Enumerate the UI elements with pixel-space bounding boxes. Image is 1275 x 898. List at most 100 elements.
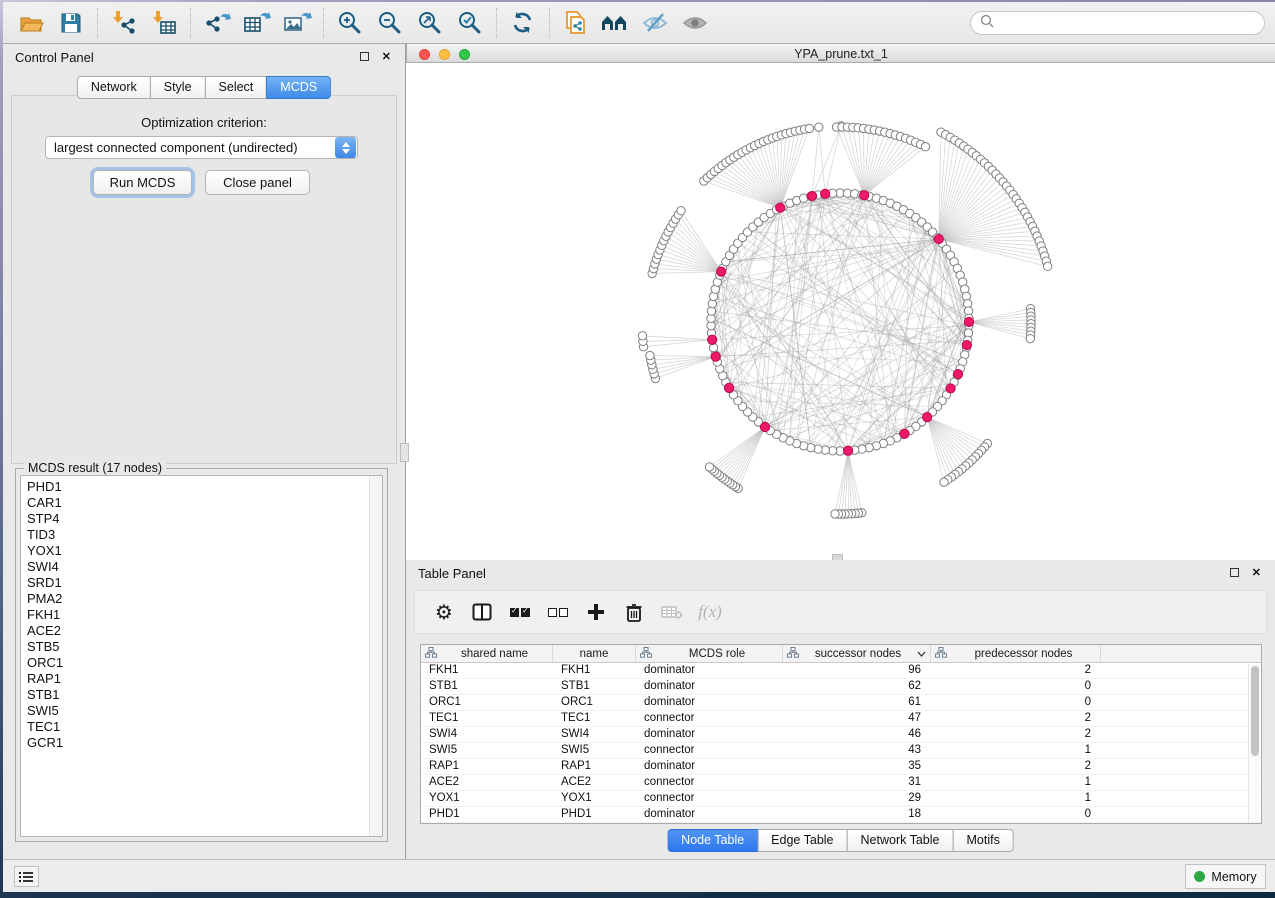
tab-network-table[interactable]: Network Table bbox=[847, 829, 954, 852]
mcds-result-item[interactable]: STB5 bbox=[21, 639, 382, 655]
add-row-icon[interactable] bbox=[579, 595, 613, 629]
network-node[interactable] bbox=[921, 143, 929, 151]
tab-mcds[interactable]: MCDS bbox=[266, 76, 331, 99]
table-cell[interactable]: ACE2 bbox=[421, 775, 553, 790]
mcds-dominator-node[interactable] bbox=[923, 413, 932, 422]
table-row[interactable]: SWI4SWI4dominator462 bbox=[421, 727, 1261, 743]
mcds-result-item[interactable]: CAR1 bbox=[21, 495, 382, 511]
network-window-titlebar[interactable]: YPA_prune.txt_1 bbox=[406, 44, 1275, 63]
table-cell[interactable]: ORC1 bbox=[553, 695, 636, 710]
table-cell[interactable]: STB1 bbox=[421, 679, 553, 694]
table-row[interactable]: RAP1RAP1dominator352 bbox=[421, 759, 1261, 775]
mcds-dominator-node[interactable] bbox=[776, 203, 785, 212]
export-network-icon[interactable] bbox=[197, 6, 237, 40]
tab-node-table[interactable]: Node Table bbox=[667, 829, 758, 852]
select-all-icon[interactable] bbox=[503, 595, 537, 629]
zoom-out-icon[interactable] bbox=[370, 6, 410, 40]
table-cell[interactable]: TEC1 bbox=[553, 711, 636, 726]
table-cell[interactable]: 0 bbox=[931, 695, 1101, 710]
mcds-dominator-node[interactable] bbox=[934, 234, 943, 243]
table-cell[interactable]: dominator bbox=[636, 663, 783, 678]
table-cell[interactable]: 62 bbox=[783, 679, 931, 694]
tab-motifs[interactable]: Motifs bbox=[952, 829, 1013, 852]
mcds-dominator-node[interactable] bbox=[844, 446, 853, 455]
table-cell[interactable]: connector bbox=[636, 775, 783, 790]
tab-select[interactable]: Select bbox=[205, 76, 268, 99]
table-cell[interactable]: RAP1 bbox=[421, 759, 553, 774]
mcds-result-item[interactable]: STB1 bbox=[21, 687, 382, 703]
mcds-result-item[interactable]: RAP1 bbox=[21, 671, 382, 687]
mcds-dominator-node[interactable] bbox=[760, 422, 769, 431]
mcds-dominator-node[interactable] bbox=[946, 384, 955, 393]
open-folder-icon[interactable] bbox=[11, 6, 51, 40]
zoom-in-icon[interactable] bbox=[330, 6, 370, 40]
table-cell[interactable]: 0 bbox=[931, 679, 1101, 694]
search-input[interactable] bbox=[994, 16, 1264, 30]
save-icon[interactable] bbox=[51, 6, 91, 40]
table-cell[interactable]: PHD1 bbox=[553, 807, 636, 822]
close-icon[interactable]: ✕ bbox=[382, 50, 391, 63]
mcds-result-item[interactable]: GCR1 bbox=[21, 735, 382, 751]
mcds-result-item[interactable]: STP4 bbox=[21, 511, 382, 527]
mcds-result-item[interactable]: FKH1 bbox=[21, 607, 382, 623]
mcds-dominator-node[interactable] bbox=[962, 340, 971, 349]
table-cell[interactable]: 47 bbox=[783, 711, 931, 726]
table-cell[interactable]: connector bbox=[636, 791, 783, 806]
table-row[interactable]: SWI5SWI5connector431 bbox=[421, 743, 1261, 759]
table-cell[interactable]: 1 bbox=[931, 775, 1101, 790]
mcds-result-item[interactable]: SWI5 bbox=[21, 703, 382, 719]
table-row[interactable]: TEC1TEC1connector472 bbox=[421, 711, 1261, 727]
memory-button[interactable]: Memory bbox=[1185, 864, 1266, 889]
table-cell[interactable]: PHD1 bbox=[421, 807, 553, 822]
mcds-result-item[interactable]: PHD1 bbox=[21, 479, 382, 495]
mcds-dominator-node[interactable] bbox=[860, 191, 869, 200]
close-icon[interactable]: ✕ bbox=[1252, 566, 1261, 579]
table-cell[interactable]: FKH1 bbox=[421, 663, 553, 678]
settings-gear-icon[interactable]: ⚙ bbox=[427, 595, 461, 629]
float-window-icon[interactable] bbox=[1230, 568, 1239, 577]
show-all-icon[interactable] bbox=[676, 6, 716, 40]
import-table-icon[interactable] bbox=[144, 6, 184, 40]
delete-row-icon[interactable] bbox=[617, 595, 651, 629]
network-node[interactable] bbox=[940, 478, 948, 486]
table-cell[interactable]: 61 bbox=[783, 695, 931, 710]
hide-selected-icon[interactable] bbox=[636, 6, 676, 40]
table-cell[interactable]: 96 bbox=[783, 663, 931, 678]
table-cell[interactable]: 43 bbox=[783, 743, 931, 758]
mcds-dominator-node[interactable] bbox=[717, 267, 726, 276]
mcds-result-item[interactable]: PMA2 bbox=[21, 591, 382, 607]
task-history-button[interactable] bbox=[14, 866, 39, 887]
table-cell[interactable]: 2 bbox=[931, 663, 1101, 678]
table-cell[interactable]: FKH1 bbox=[553, 663, 636, 678]
table-cell[interactable]: dominator bbox=[636, 727, 783, 742]
mcds-result-item[interactable]: ORC1 bbox=[21, 655, 382, 671]
mcds-result-item[interactable]: YOX1 bbox=[21, 543, 382, 559]
import-network-icon[interactable] bbox=[104, 6, 144, 40]
columns-icon[interactable] bbox=[465, 595, 499, 629]
table-cell[interactable]: 2 bbox=[931, 727, 1101, 742]
table-cell[interactable]: 2 bbox=[931, 711, 1101, 726]
network-node[interactable] bbox=[805, 124, 813, 132]
export-table-icon[interactable] bbox=[237, 6, 277, 40]
table-row[interactable]: ORC1ORC1dominator610 bbox=[421, 695, 1261, 711]
column-header-shared-name[interactable]: shared name bbox=[421, 645, 553, 662]
network-node[interactable] bbox=[815, 123, 823, 131]
mcds-dominator-node[interactable] bbox=[807, 191, 816, 200]
export-image-icon[interactable] bbox=[277, 6, 317, 40]
clone-network-icon[interactable] bbox=[556, 6, 596, 40]
table-cell[interactable]: 0 bbox=[931, 807, 1101, 822]
network-node[interactable] bbox=[677, 207, 685, 215]
table-cell[interactable]: RAP1 bbox=[553, 759, 636, 774]
clear-selection-icon[interactable] bbox=[541, 595, 575, 629]
table-cell[interactable]: SWI4 bbox=[553, 727, 636, 742]
table-cell[interactable]: 18 bbox=[783, 807, 931, 822]
network-node[interactable] bbox=[705, 463, 713, 471]
network-view-canvas[interactable] bbox=[406, 63, 1275, 560]
mcds-dominator-node[interactable] bbox=[964, 317, 973, 326]
network-node[interactable] bbox=[1043, 262, 1051, 270]
mcds-dominator-node[interactable] bbox=[711, 352, 720, 361]
vertical-splitter-handle[interactable] bbox=[400, 443, 409, 462]
mcds-result-list[interactable]: PHD1CAR1STP4TID3YOX1SWI4SRD1PMA2FKH1ACE2… bbox=[20, 475, 383, 837]
first-neighbors-icon[interactable] bbox=[596, 6, 636, 40]
zoom-fit-icon[interactable] bbox=[410, 6, 450, 40]
